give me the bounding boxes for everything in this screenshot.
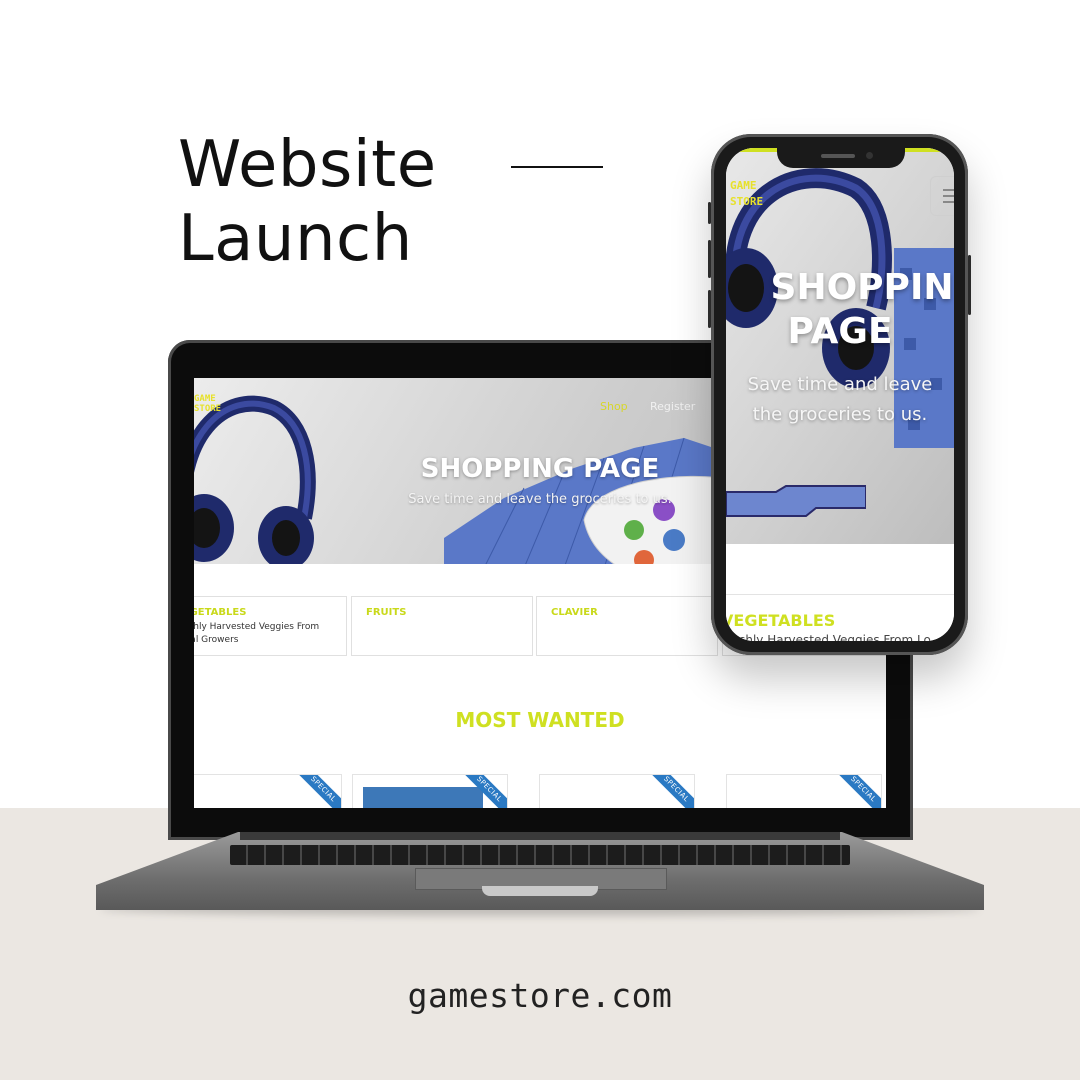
phone-volume-down: [708, 290, 711, 328]
section-title: MOST WANTED: [455, 708, 625, 732]
mobile-category-card-vegetables[interactable]: VEGETABLES Freshly Harvested Veggies Fro…: [726, 594, 954, 641]
special-badge: SPECIAL: [290, 775, 341, 808]
category-name: VEGETABLES: [194, 607, 247, 618]
product-card[interactable]: SPECIAL: [539, 774, 695, 808]
product-card[interactable]: SPECIAL: [726, 774, 882, 808]
laptop-notch: [482, 886, 598, 896]
mobile-hero-title: SHOPPIN PAGE: [726, 266, 954, 354]
mobile-hero-subtitle: Save time and leave the groceries to us.: [747, 374, 933, 425]
laptop-keyboard: [230, 845, 850, 865]
pixel-bar-icon: [726, 485, 866, 517]
headline-dash: [511, 166, 603, 168]
brand-line-1: GAME: [730, 179, 757, 192]
category-name: VEGETABLES: [726, 611, 836, 630]
phone-screen: GAME STORE SHOPPIN PAGE Save time and le…: [726, 148, 954, 641]
category-card-vegetables[interactable]: VEGETABLES Freshly Harvested Veggies Fro…: [194, 596, 347, 656]
product-card[interactable]: SPECIAL: [352, 774, 508, 808]
phone-volume-up: [708, 240, 711, 278]
special-badge: SPECIAL: [830, 775, 881, 808]
category-name: FRUITS: [366, 607, 407, 618]
category-card-clavier[interactable]: CLAVIER: [536, 596, 718, 656]
hero-title-line-2: PAGE: [787, 311, 893, 352]
nav-link-shop[interactable]: Shop: [600, 400, 628, 413]
nav-link-register[interactable]: Register: [650, 400, 695, 413]
phone-camera: [866, 152, 873, 159]
phone-speaker: [821, 154, 855, 158]
category-card-fruits[interactable]: FRUITS: [351, 596, 533, 656]
phone-notch: [777, 148, 905, 168]
brand-line-1: GAME: [194, 394, 216, 404]
brand-line-2: STORE: [194, 404, 222, 414]
hero-title-line-1: SHOPPIN: [770, 267, 954, 308]
brand-logo[interactable]: GAME STORE: [194, 394, 221, 414]
phone-power-button: [968, 255, 971, 315]
category-description: Freshly Harvested Veggies From Local Gro…: [194, 622, 320, 645]
special-badge: SPECIAL: [643, 775, 694, 808]
product-image: [363, 787, 483, 808]
mobile-hero-banner: GAME STORE SHOPPIN PAGE Save time and le…: [726, 148, 954, 544]
product-card[interactable]: SPECIAL: [194, 774, 342, 808]
headline-line-2: Launch: [178, 202, 413, 276]
category-description: Freshly Harvested Veggies From Lo: [726, 633, 931, 641]
footer-url[interactable]: gamestore.com: [0, 976, 1080, 1015]
phone-side-button: [708, 202, 711, 224]
headline-line-1: Website: [178, 128, 437, 202]
category-name: CLAVIER: [551, 607, 598, 618]
mobile-brand-logo[interactable]: GAME STORE: [730, 178, 763, 210]
hamburger-menu-icon[interactable]: [930, 176, 954, 216]
laptop-hinge: [240, 832, 840, 840]
brand-line-2: STORE: [730, 195, 764, 208]
headline: Website Launch: [178, 128, 437, 276]
